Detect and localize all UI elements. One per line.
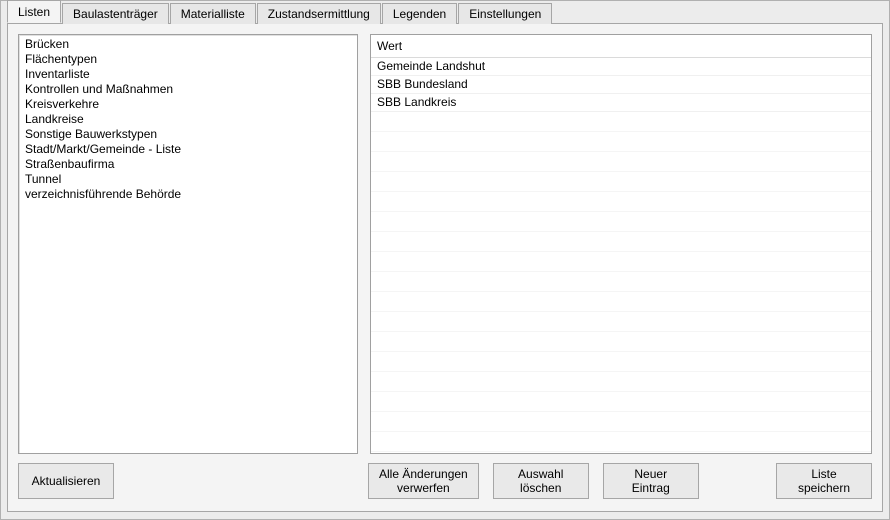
button-row: Aktualisieren Alle Änderungen verwerfen … (18, 463, 872, 499)
table-row[interactable]: SBB Landkreis (371, 94, 871, 112)
table-row[interactable] (371, 112, 871, 132)
table-row[interactable] (371, 312, 871, 332)
table-row[interactable] (371, 252, 871, 272)
discard-changes-button[interactable]: Alle Änderungen verwerfen (368, 463, 479, 499)
list-item[interactable]: Tunnel (23, 172, 353, 187)
table-row[interactable] (371, 332, 871, 352)
tab-panel-listen: Brücken Flächentypen Inventarliste Kontr… (7, 23, 883, 512)
list-item[interactable]: Stadt/Markt/Gemeinde - Liste (23, 142, 353, 157)
content-row: Brücken Flächentypen Inventarliste Kontr… (18, 34, 872, 454)
table-row[interactable] (371, 172, 871, 192)
table-row[interactable] (371, 392, 871, 412)
settings-window: Listen Baulastenträger Materialliste Zus… (0, 0, 890, 520)
table-row[interactable] (371, 232, 871, 252)
tab-strip: Listen Baulastenträger Materialliste Zus… (7, 1, 883, 23)
save-list-button[interactable]: Liste speichern (776, 463, 872, 499)
table-row[interactable] (371, 372, 871, 392)
list-item[interactable]: Inventarliste (23, 67, 353, 82)
table-row[interactable] (371, 192, 871, 212)
list-item[interactable]: Kontrollen und Maßnahmen (23, 82, 353, 97)
table-row[interactable] (371, 292, 871, 312)
table-row[interactable] (371, 272, 871, 292)
tab-baulastentraeger[interactable]: Baulastenträger (62, 3, 169, 24)
values-grid: Wert Gemeinde Landshut SBB Bundesland SB… (370, 34, 872, 454)
list-item[interactable]: Landkreise (23, 112, 353, 127)
table-row[interactable]: Gemeinde Landshut (371, 58, 871, 76)
list-item[interactable]: Kreisverkehre (23, 97, 353, 112)
tab-materialliste[interactable]: Materialliste (170, 3, 256, 24)
list-item[interactable]: verzeichnisführende Behörde (23, 187, 353, 202)
new-entry-button[interactable]: Neuer Eintrag (603, 463, 699, 499)
tab-einstellungen[interactable]: Einstellungen (458, 3, 552, 24)
table-row[interactable] (371, 152, 871, 172)
tab-zustandsermittlung[interactable]: Zustandsermittlung (257, 3, 381, 24)
refresh-button[interactable]: Aktualisieren (18, 463, 114, 499)
table-row[interactable] (371, 412, 871, 432)
list-item[interactable]: Brücken (23, 37, 353, 52)
table-row[interactable] (371, 212, 871, 232)
category-listbox[interactable]: Brücken Flächentypen Inventarliste Kontr… (18, 34, 358, 454)
table-row[interactable]: SBB Bundesland (371, 76, 871, 94)
grid-body[interactable]: Gemeinde Landshut SBB Bundesland SBB Lan… (371, 58, 871, 453)
tab-listen[interactable]: Listen (7, 0, 61, 23)
table-row[interactable] (371, 132, 871, 152)
tab-legenden[interactable]: Legenden (382, 3, 457, 24)
table-row[interactable] (371, 352, 871, 372)
delete-selection-button[interactable]: Auswahl löschen (493, 463, 589, 499)
list-item[interactable]: Flächentypen (23, 52, 353, 67)
table-row[interactable] (371, 432, 871, 452)
grid-column-header[interactable]: Wert (371, 35, 871, 58)
table-row[interactable] (371, 452, 871, 453)
list-item[interactable]: Straßenbaufirma (23, 157, 353, 172)
list-item[interactable]: Sonstige Bauwerkstypen (23, 127, 353, 142)
